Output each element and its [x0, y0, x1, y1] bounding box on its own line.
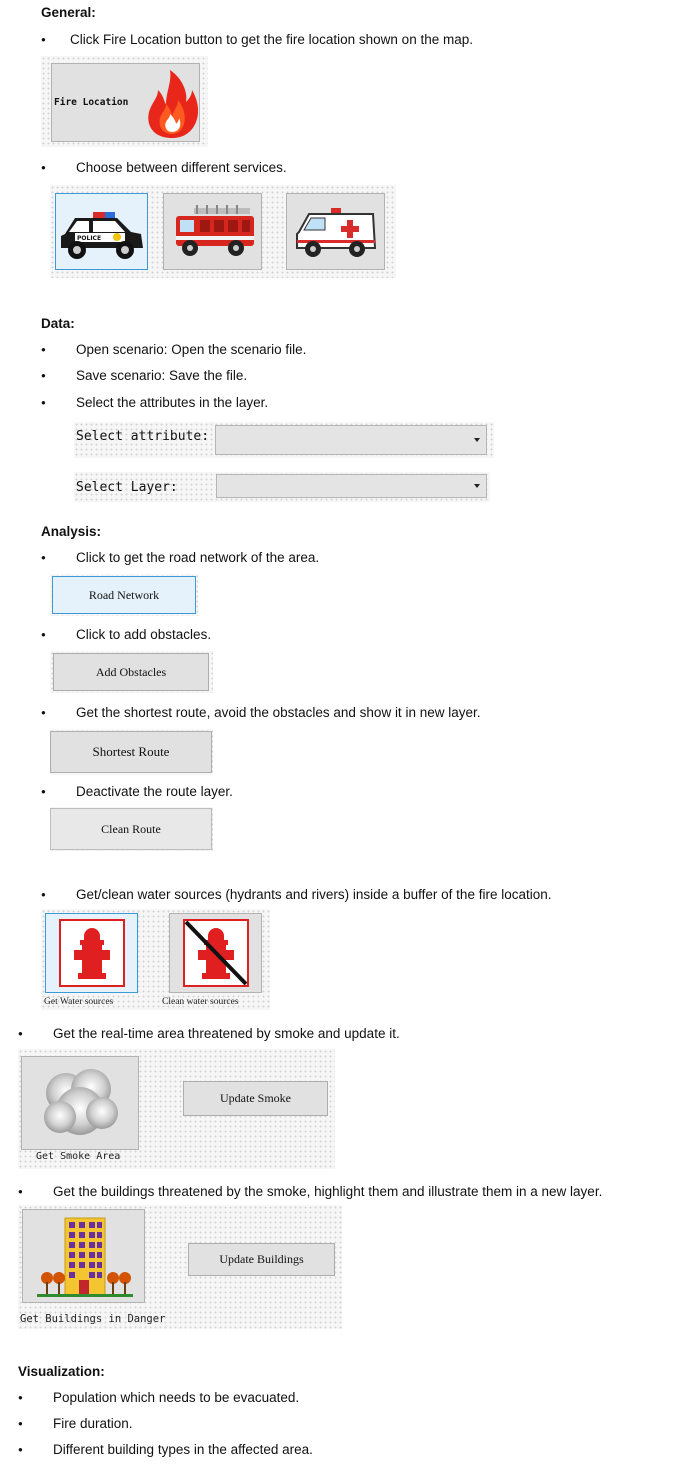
bullet-text: Save scenario: Save the file. — [76, 368, 248, 383]
bullet-text: Fire duration. — [53, 1416, 133, 1431]
bullet-dot: ● — [41, 553, 46, 562]
data-heading: Data: — [41, 316, 75, 331]
select-layer-row: Select Layer: — [74, 472, 490, 502]
bullet-text: Get the real-time area threatened by smo… — [53, 1026, 400, 1041]
buildings-panel: Get Buildings in Danger Update Buildings — [18, 1205, 342, 1329]
analysis-heading: Analysis: — [41, 524, 102, 539]
bullet-dot: ● — [41, 787, 46, 796]
smoke-panel: Get Smoke Area Update Smoke — [18, 1049, 335, 1169]
chevron-down-icon — [474, 438, 480, 442]
bullet-text: Get/clean water sources (hydrants and ri… — [76, 887, 552, 902]
bullet-dot: ● — [41, 163, 46, 172]
bullet-dot: ● — [41, 630, 46, 639]
fire-service-button[interactable] — [163, 193, 262, 270]
road-network-button[interactable]: Road Network — [52, 576, 196, 614]
bullet-dot: ● — [41, 345, 46, 354]
get-buildings-label: Get Buildings in Danger — [20, 1313, 166, 1325]
get-water-sources-button[interactable] — [45, 913, 138, 993]
select-attribute-row: Select attribute: — [74, 422, 494, 458]
clean-route-button[interactable]: Clean Route — [50, 808, 212, 850]
bullet-text: Open scenario: Open the scenario file. — [76, 342, 307, 357]
bullet-text: Choose between different services. — [76, 160, 287, 175]
bullet-text: Deactivate the route layer. — [76, 784, 233, 799]
bullet-text: Get the shortest route, avoid the obstac… — [76, 705, 481, 720]
update-smoke-button[interactable]: Update Smoke — [183, 1081, 328, 1116]
select-layer-label: Select Layer: — [76, 480, 178, 495]
clean-water-sources-button[interactable] — [169, 913, 262, 993]
bullet-text: Select the attributes in the layer. — [76, 395, 269, 410]
bullet-dot: ● — [41, 708, 46, 717]
add-obstacles-panel: Add Obstacles — [50, 651, 213, 693]
services-panel: POLICE — [50, 185, 396, 278]
flame-icon — [148, 70, 199, 138]
clean-route-panel: Clean Route — [50, 807, 213, 851]
select-attribute-combo[interactable] — [215, 425, 487, 455]
bullet-dot: ● — [18, 1187, 23, 1196]
shortest-route-panel: Shortest Route — [50, 729, 213, 775]
bullet-dot: ● — [18, 1393, 23, 1402]
bullet-text: Click to get the road network of the are… — [76, 550, 320, 565]
police-car-icon: POLICE — [61, 212, 143, 259]
fire-location-label: Fire Location — [54, 97, 129, 108]
update-buildings-button[interactable]: Update Buildings — [188, 1243, 335, 1276]
fire-truck-icon — [176, 205, 254, 256]
clean-water-sources-label: Clean water sources — [162, 997, 239, 1007]
fire-location-panel: Fire Location — [41, 56, 208, 147]
bullet-dot: ● — [41, 398, 46, 407]
bullet-text: Get the buildings threatened by the smok… — [53, 1184, 603, 1199]
get-water-sources-label: Get Water sources — [44, 997, 114, 1007]
police-service-button[interactable]: POLICE — [55, 193, 148, 270]
bullet-dot: ● — [41, 371, 46, 380]
bullet-dot: ● — [18, 1029, 23, 1038]
get-buildings-button[interactable] — [22, 1209, 145, 1303]
ambulance-icon — [296, 208, 377, 257]
shortest-route-button[interactable]: Shortest Route — [50, 731, 212, 773]
svg-text:POLICE: POLICE — [77, 235, 101, 242]
bullet-dot: ● — [41, 890, 46, 899]
bullet-text: Different building types in the affected… — [53, 1442, 313, 1457]
get-smoke-area-label: Get Smoke Area — [36, 1151, 121, 1162]
bullet-dot: ● — [41, 35, 46, 44]
hydrant-crossed-icon — [183, 919, 249, 987]
chevron-down-icon — [474, 484, 480, 488]
select-layer-combo[interactable] — [216, 474, 487, 498]
general-heading: General: — [41, 5, 96, 20]
bullet-dot: ● — [18, 1419, 23, 1428]
fire-location-button[interactable]: Fire Location — [51, 63, 200, 142]
get-smoke-area-button[interactable] — [21, 1056, 139, 1150]
bullet-dot: ● — [18, 1445, 23, 1454]
visualization-heading: Visualization: — [18, 1364, 105, 1379]
smoke-cloud-icon — [44, 1069, 118, 1135]
road-network-panel: Road Network — [50, 574, 198, 616]
bullet-text: Click to add obstacles. — [76, 627, 212, 642]
building-icon — [37, 1217, 133, 1297]
hydrant-icon — [59, 919, 125, 987]
water-sources-panel: Get Water sources Clean water sources — [41, 909, 270, 1010]
ambulance-service-button[interactable] — [286, 193, 385, 270]
bullet-text: Click Fire Location button to get the fi… — [70, 32, 473, 47]
select-attribute-label: Select attribute: — [76, 429, 210, 444]
bullet-text: Population which needs to be evacuated. — [53, 1390, 300, 1405]
add-obstacles-button[interactable]: Add Obstacles — [53, 653, 209, 691]
